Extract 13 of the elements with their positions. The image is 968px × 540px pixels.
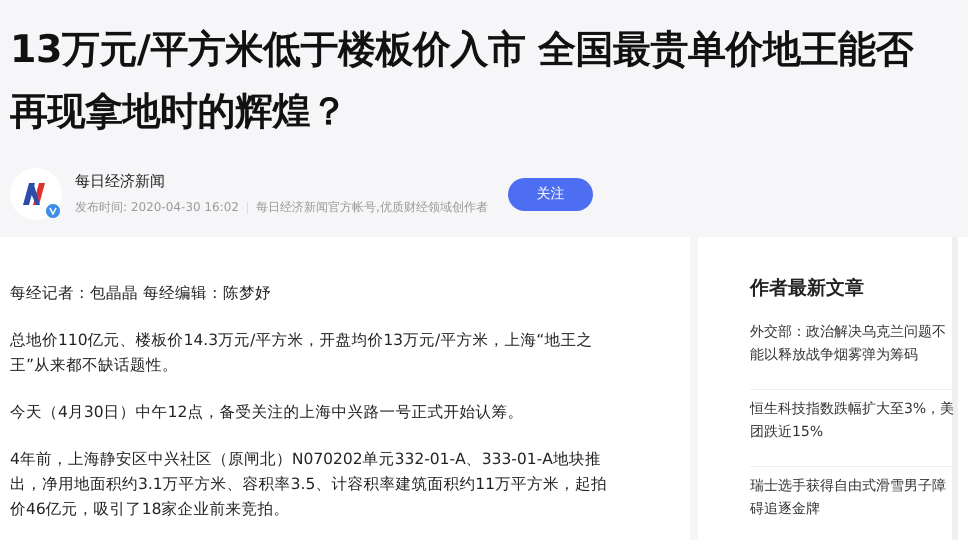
- article-link[interactable]: 外交部：政治解决乌克兰问题不能以释放战争烟雾弹为筹码: [750, 313, 955, 390]
- publish-time: 发布时间: 2020-04-30 16:02: [75, 199, 239, 216]
- article-paragraph: 总地价110亿元、楼板价14.3万元/平方米，开盘均价13万元/平方米，上海“地王之王”从来都不缺话题性。: [10, 330, 594, 376]
- article-paragraph: 4年前，上海静安区中兴社区（原闸北）N070202单元332-01-A、333-01-A地块推出，净用地面积约3.1万平方米、容积率3.5、计容积率建筑面积约11万平方米，起拍价46亿元，吸引了18家企业前来竞拍。: [10, 449, 608, 520]
- article-paragraph: 每经记者：包晶晶 每经编辑：陈梦妤: [10, 283, 272, 304]
- article-title: 13万元/平方米低于楼板价入市 全国最贵单价地王能否再现拿地时的辉煌？: [10, 26, 914, 135]
- author-name[interactable]: 每日经济新闻: [75, 172, 508, 191]
- author-description: 每日经济新闻官方帐号,优质财经领域创作者: [256, 199, 488, 216]
- article-paragraph: 今天（4月30日）中午12点，备受关注的上海中兴路一号正式开始认筹。: [10, 402, 524, 423]
- article-link[interactable]: 恒生科技指数跌幅扩大至3%，美团跌近15%: [750, 390, 955, 467]
- article-link[interactable]: 瑞士选手获得自由式滑雪男子障碍追逐金牌: [750, 467, 955, 540]
- sidebar-heading: 作者最新文章: [750, 276, 865, 301]
- follow-button[interactable]: 关注: [508, 178, 593, 210]
